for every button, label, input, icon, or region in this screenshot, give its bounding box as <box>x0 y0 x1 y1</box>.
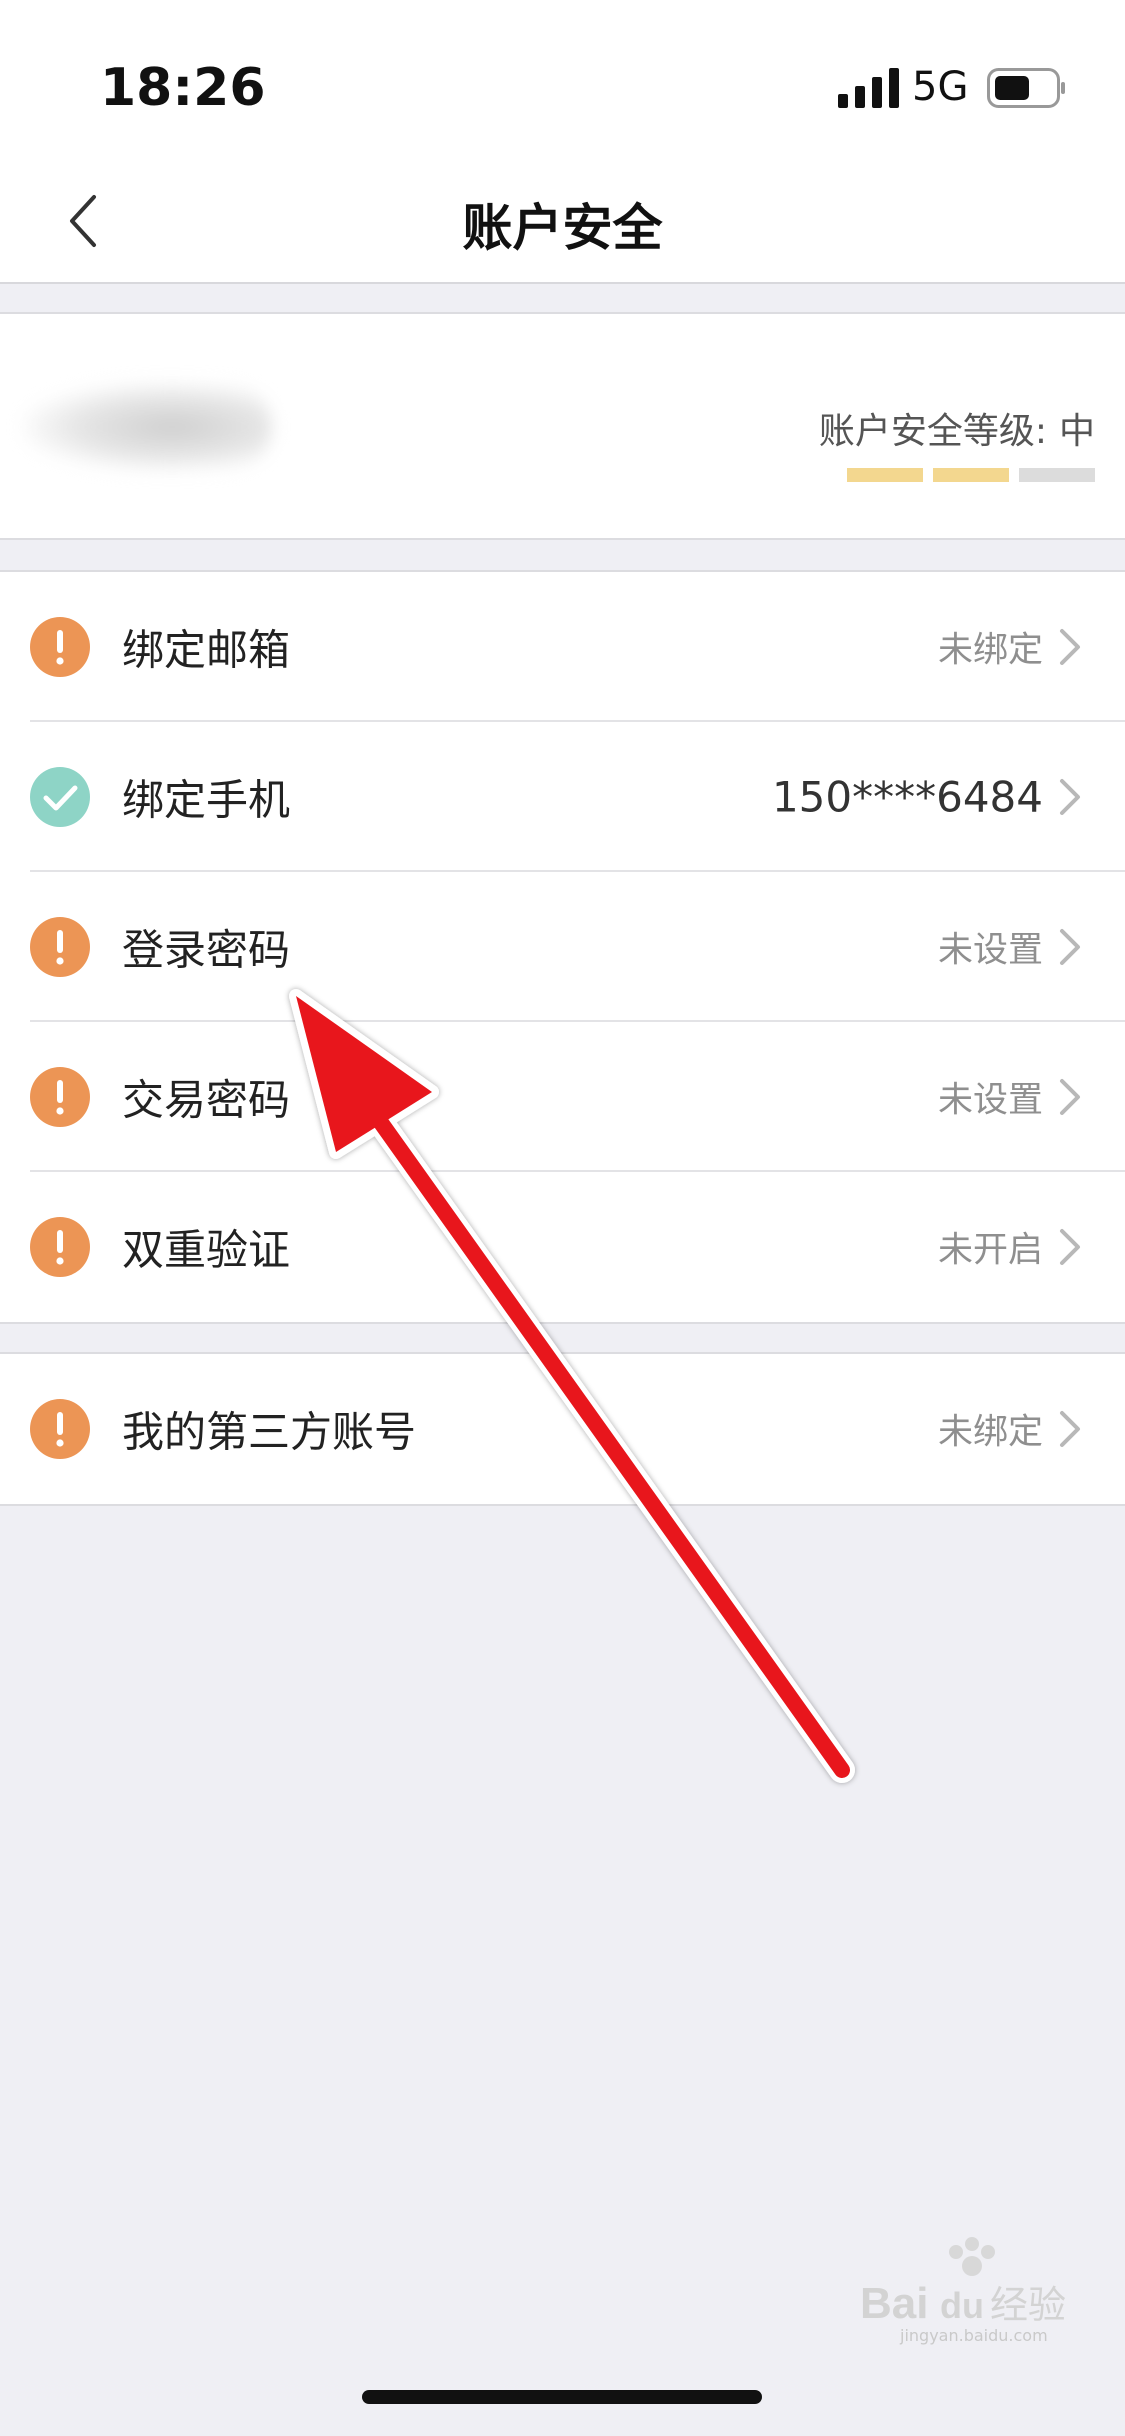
watermark-brand-suffix: du <box>940 2285 984 2326</box>
security-row-0-0[interactable]: 绑定邮箱 未绑定 <box>0 572 1125 722</box>
status-time: 18:26 <box>100 58 266 118</box>
security-row-0-1[interactable]: 绑定手机 150****6484 <box>0 722 1125 872</box>
security-settings-group: 绑定邮箱 未绑定 绑定手机 150****6484 登录密码 未设置 交易密码 未设置 双重验证… <box>0 570 1125 1324</box>
security-level-text: 账户安全等级: 中 <box>819 402 1095 454</box>
cellular-signal-icon <box>838 68 899 108</box>
warning-icon <box>30 617 90 677</box>
third-party-group: 我的第三方账号 未绑定 <box>0 1352 1125 1506</box>
security-level-segment <box>847 468 923 482</box>
navigation-bar: 账户安全 <box>0 160 1125 284</box>
row-label: 交易密码 <box>122 1075 291 1125</box>
page-title: 账户安全 <box>462 199 663 257</box>
watermark-name: 经验 <box>990 2283 1066 2327</box>
row-value: 未绑定 <box>937 630 1043 671</box>
security-level-value: 中 <box>1058 411 1095 452</box>
blurred-account-name <box>22 382 272 472</box>
security-level-meter <box>847 468 1095 482</box>
home-indicator[interactable] <box>362 2390 762 2404</box>
chevron-right-icon <box>1060 779 1080 815</box>
security-row-0-2[interactable]: 登录密码 未设置 <box>0 872 1125 1022</box>
watermark-domain: jingyan.baidu.com <box>900 2326 1048 2345</box>
security-row-0-4[interactable]: 双重验证 未开启 <box>0 1172 1125 1322</box>
row-value: 未设置 <box>937 930 1043 971</box>
row-label: 双重验证 <box>122 1225 291 1275</box>
security-level-label: 账户安全等级: <box>818 411 1047 452</box>
row-label: 登录密码 <box>122 925 291 975</box>
row-value: 未绑定 <box>937 1412 1043 1453</box>
network-type: 5G <box>912 64 969 110</box>
chevron-right-icon <box>1060 629 1080 665</box>
row-value: 未开启 <box>937 1230 1043 1271</box>
security-row-1-0[interactable]: 我的第三方账号 未绑定 <box>0 1354 1125 1504</box>
status-bar: 18:26 5G <box>0 0 1125 160</box>
security-level-card: 账户安全等级: 中 <box>0 312 1125 540</box>
watermark-brand: Bai <box>860 2279 928 2328</box>
battery-icon <box>987 68 1065 108</box>
warning-icon <box>30 1067 90 1127</box>
row-value: 150****6484 <box>771 772 1043 822</box>
baidu-jingyan-watermark: Bai du 经验 <box>860 2237 1066 2328</box>
security-level-segment <box>933 468 1009 482</box>
row-label: 绑定邮箱 <box>122 625 291 675</box>
security-row-0-3[interactable]: 交易密码 未设置 <box>0 1022 1125 1172</box>
checkmark-icon <box>30 767 90 827</box>
warning-icon <box>30 1399 90 1459</box>
warning-icon <box>30 917 90 977</box>
security-level-segment <box>1019 468 1095 482</box>
chevron-right-icon <box>1060 1411 1080 1447</box>
row-label: 绑定手机 <box>122 775 291 825</box>
row-label: 我的第三方账号 <box>122 1407 417 1457</box>
warning-icon <box>30 1217 90 1277</box>
row-value: 未设置 <box>937 1080 1043 1121</box>
chevron-right-icon <box>1060 929 1080 965</box>
chevron-right-icon <box>1060 1079 1080 1115</box>
chevron-right-icon <box>1060 1229 1080 1265</box>
